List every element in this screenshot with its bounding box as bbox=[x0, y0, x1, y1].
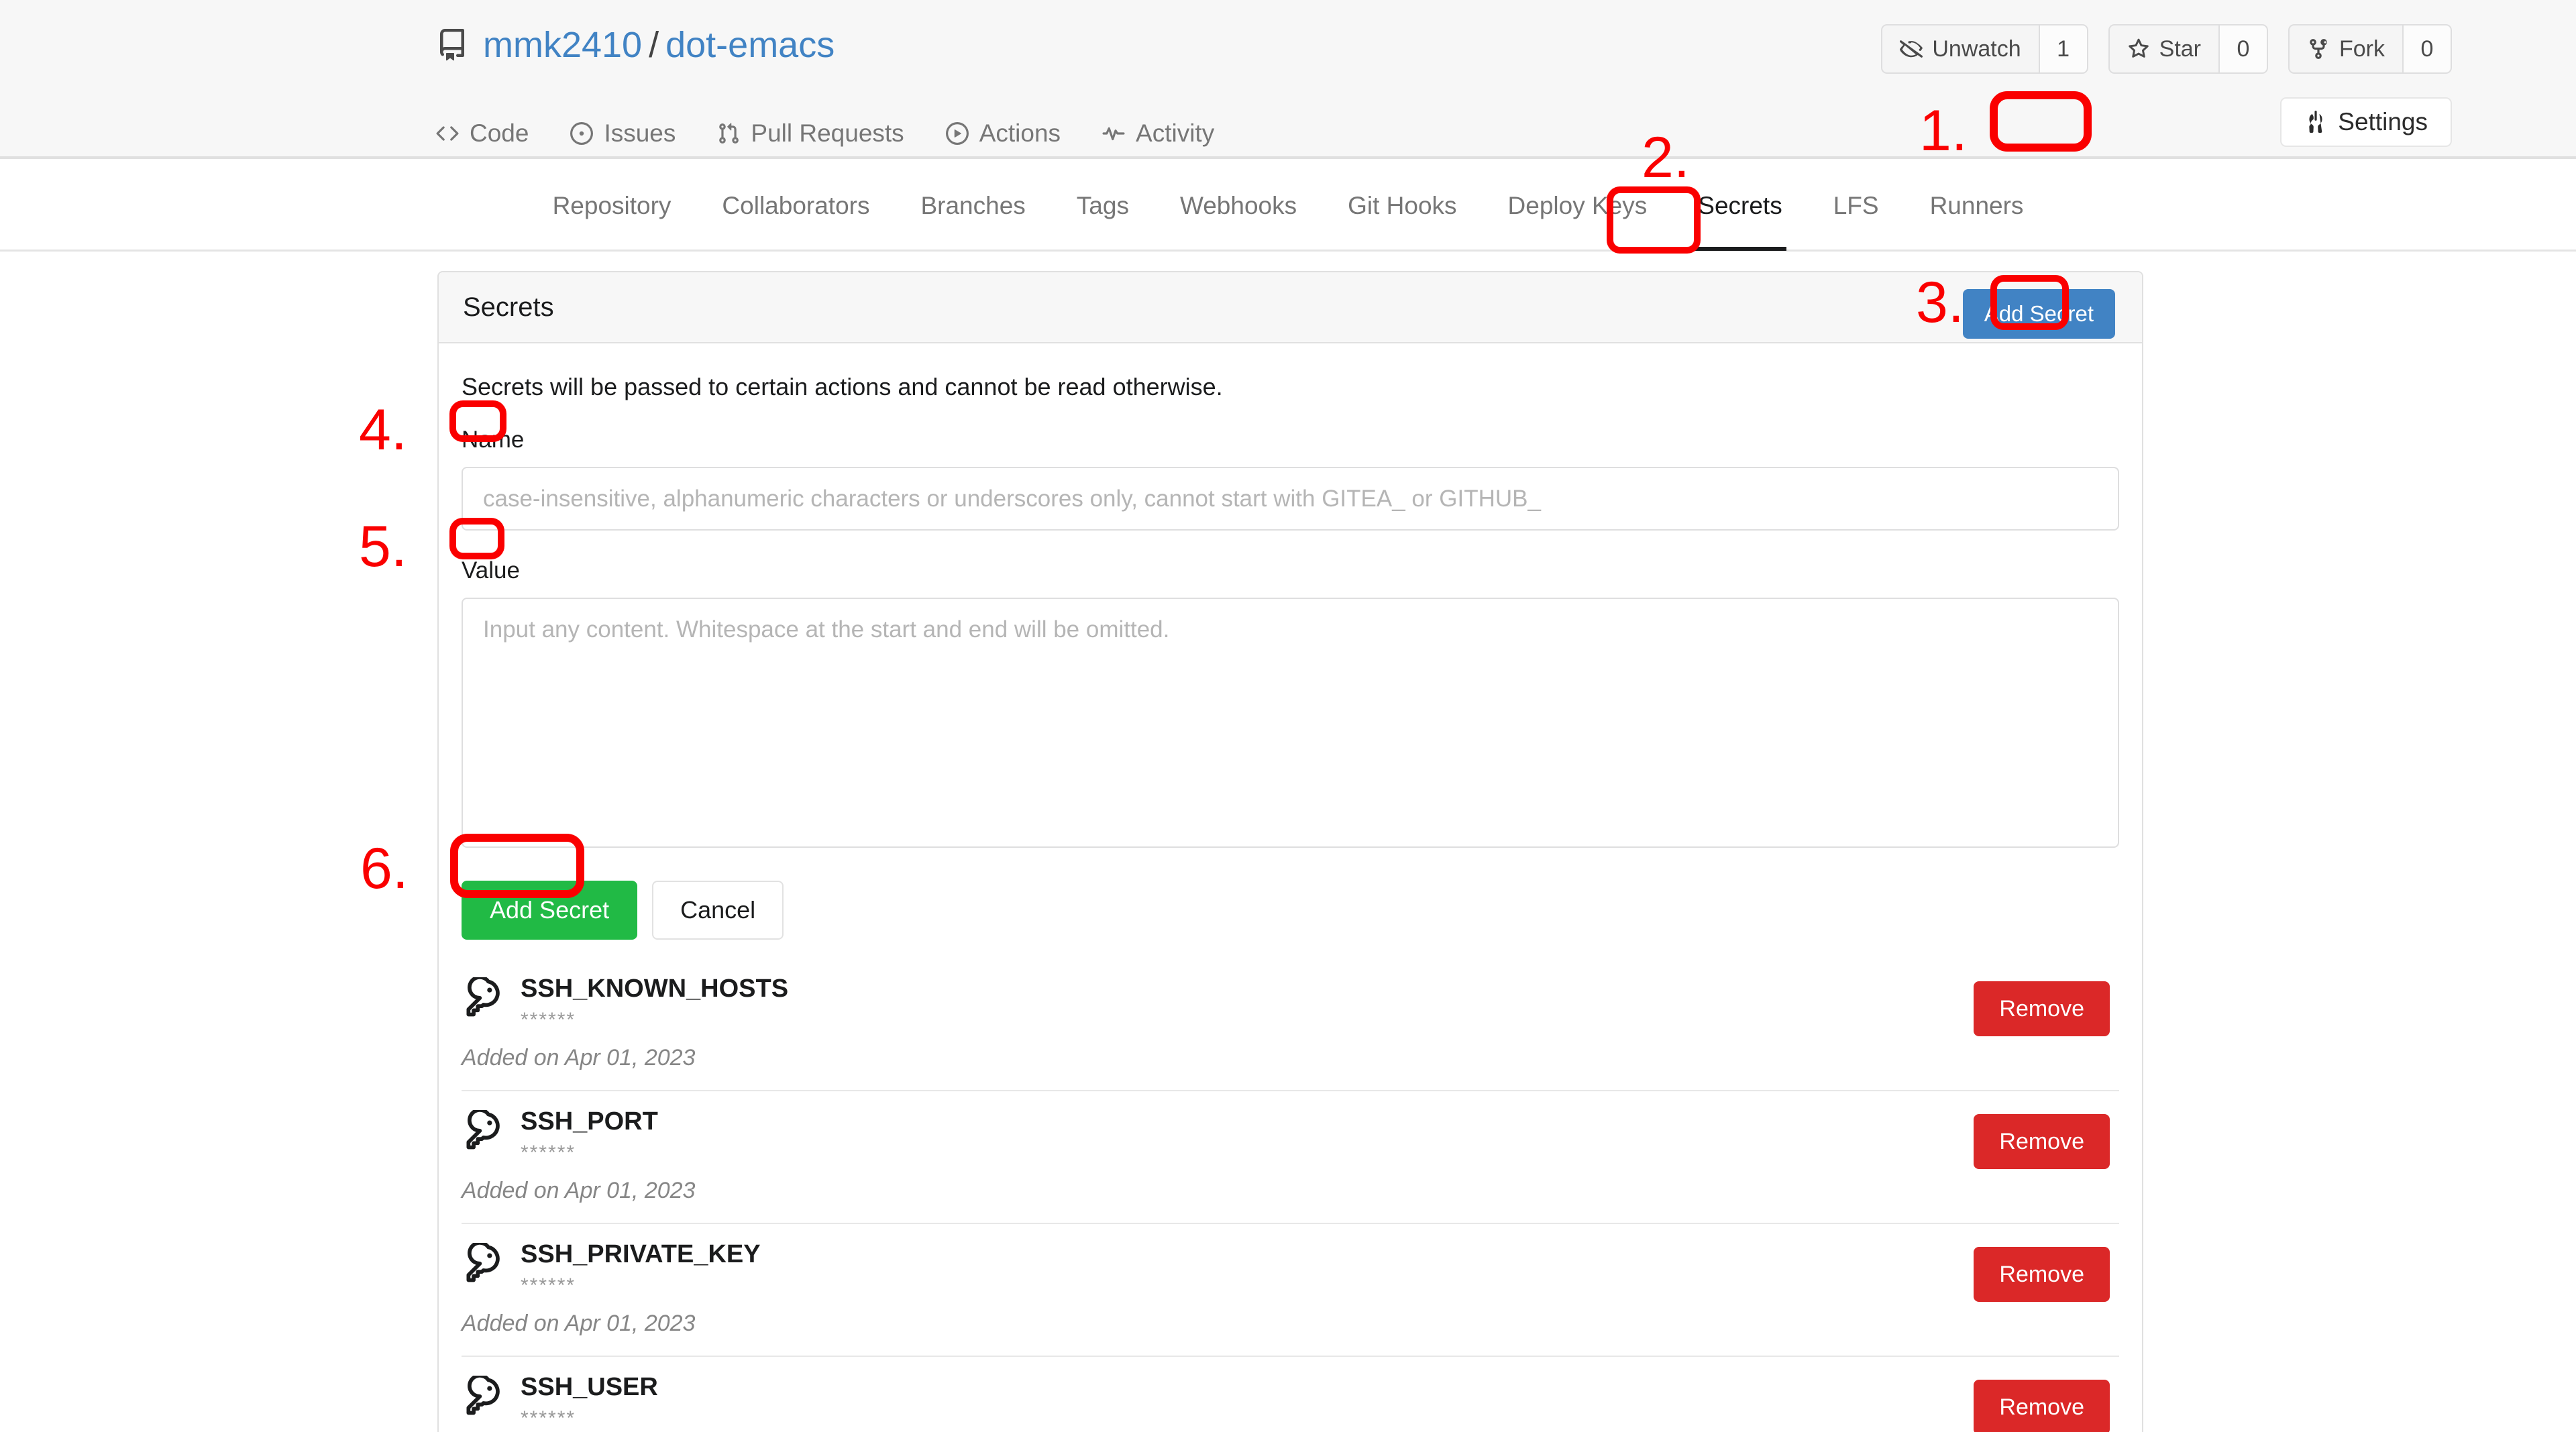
star-button-label: Star bbox=[2159, 36, 2201, 62]
secret-masked-value: ****** bbox=[521, 1142, 576, 1164]
key-icon bbox=[466, 977, 500, 1017]
remove-secret-button[interactable]: Remove bbox=[1974, 1247, 2110, 1302]
sub-nav-item-lfs[interactable]: LFS bbox=[1808, 161, 1904, 251]
sub-nav-item-branches[interactable]: Branches bbox=[895, 161, 1051, 251]
name-label: Name bbox=[462, 427, 525, 453]
nav-item-pull-requests-label: Pull Requests bbox=[751, 119, 904, 147]
nav-item-code-label: Code bbox=[470, 119, 529, 147]
sub-nav-item-secrets[interactable]: Secrets bbox=[1672, 161, 1807, 251]
star-count[interactable]: 0 bbox=[2218, 24, 2268, 74]
nav-item-actions-label: Actions bbox=[979, 119, 1061, 147]
secret-added-date: Added on Apr 01, 2023 bbox=[462, 1178, 696, 1203]
repo-main-nav: Code Issues Pull Requests Actions Activi… bbox=[0, 107, 2576, 159]
nav-item-activity[interactable]: Activity bbox=[1102, 119, 1214, 148]
nav-item-actions[interactable]: Actions bbox=[945, 119, 1061, 148]
secret-name: SSH_PRIVATE_KEY bbox=[521, 1240, 761, 1268]
sub-nav-item-tags[interactable]: Tags bbox=[1051, 161, 1155, 251]
sub-nav-item-webhooks[interactable]: Webhooks bbox=[1155, 161, 1322, 251]
secrets-list: SSH_KNOWN_HOSTS ****** Added on Apr 01, … bbox=[462, 958, 2119, 1432]
repo-breadcrumb: mmk2410/dot-emacs bbox=[436, 27, 835, 63]
name-input[interactable] bbox=[462, 467, 2119, 531]
secret-name: SSH_KNOWN_HOSTS bbox=[521, 975, 789, 1003]
add-secret-top-button[interactable]: Add Secret bbox=[1962, 289, 2115, 339]
unwatch-button[interactable]: Unwatch bbox=[1881, 24, 2039, 74]
unwatch-count[interactable]: 1 bbox=[2038, 24, 2088, 74]
form-actions: Add Secret Cancel bbox=[462, 881, 2119, 940]
repo-actions: Unwatch 1 Star 0 Fork 0 bbox=[1881, 24, 2452, 74]
secret-added-date: Added on Apr 01, 2023 bbox=[462, 1311, 696, 1336]
settings-button-label: Settings bbox=[2338, 108, 2428, 135]
eye-closed-icon bbox=[1900, 40, 1923, 58]
key-icon bbox=[466, 1110, 500, 1150]
value-label: Value bbox=[462, 557, 520, 584]
annotation-number-6: 6. bbox=[360, 836, 409, 901]
repo-name-link[interactable]: dot-emacs bbox=[665, 25, 835, 65]
annotation-number-1: 1. bbox=[1919, 99, 1968, 163]
unwatch-button-group[interactable]: Unwatch 1 bbox=[1881, 24, 2088, 74]
annotation-number-3: 3. bbox=[1916, 270, 1964, 335]
secret-item: SSH_PRIVATE_KEY ****** Added on Apr 01, … bbox=[462, 1223, 2119, 1356]
annotation-number-2: 2. bbox=[1642, 125, 1690, 190]
git-pull-request-icon bbox=[719, 122, 739, 144]
remove-secret-button[interactable]: Remove bbox=[1974, 981, 2110, 1036]
secrets-description: Secrets will be passed to certain action… bbox=[462, 373, 1223, 400]
play-circle-icon bbox=[945, 121, 969, 145]
settings-button[interactable]: Settings bbox=[2280, 97, 2452, 147]
unwatch-button-label: Unwatch bbox=[1932, 36, 2021, 62]
secret-name: SSH_PORT bbox=[521, 1107, 658, 1136]
value-textarea[interactable] bbox=[462, 598, 2119, 848]
secret-masked-value: ****** bbox=[521, 1407, 576, 1429]
star-icon bbox=[2128, 38, 2149, 58]
fork-button-label: Fork bbox=[2339, 36, 2385, 62]
key-icon bbox=[466, 1243, 500, 1282]
key-icon bbox=[466, 1376, 500, 1415]
fork-button[interactable]: Fork bbox=[2288, 24, 2402, 74]
wrench-icon bbox=[2309, 111, 2322, 133]
secret-masked-value: ****** bbox=[521, 1009, 576, 1031]
fork-count[interactable]: 0 bbox=[2402, 24, 2452, 74]
settings-sub-nav: Repository Collaborators Branches Tags W… bbox=[0, 162, 2576, 252]
nav-item-issues[interactable]: Issues bbox=[570, 119, 676, 148]
star-button[interactable]: Star bbox=[2108, 24, 2218, 74]
sub-nav-item-repository[interactable]: Repository bbox=[527, 161, 697, 251]
secret-item: SSH_KNOWN_HOSTS ****** Added on Apr 01, … bbox=[462, 958, 2119, 1090]
repo-separator: / bbox=[649, 25, 659, 65]
fork-button-group[interactable]: Fork 0 bbox=[2288, 24, 2452, 74]
repo-owner-link[interactable]: mmk2410 bbox=[483, 25, 642, 65]
add-secret-submit-button[interactable]: Add Secret bbox=[462, 881, 638, 940]
secrets-panel-title: Secrets bbox=[439, 272, 2142, 343]
cancel-button[interactable]: Cancel bbox=[652, 881, 784, 940]
fork-icon bbox=[2310, 39, 2327, 59]
star-button-group[interactable]: Star 0 bbox=[2108, 24, 2268, 74]
issue-opened-icon bbox=[570, 121, 594, 145]
secrets-panel: Secrets Add Secret Secrets will be passe… bbox=[437, 271, 2143, 1432]
remove-secret-button[interactable]: Remove bbox=[1974, 1380, 2110, 1432]
secret-item: SSH_PORT ****** Added on Apr 01, 2023 Re… bbox=[462, 1090, 2119, 1223]
nav-item-activity-label: Activity bbox=[1136, 119, 1215, 147]
repo-icon bbox=[436, 27, 468, 62]
sub-nav-item-runners[interactable]: Runners bbox=[1904, 161, 2049, 251]
remove-secret-button[interactable]: Remove bbox=[1974, 1114, 2110, 1169]
pulse-icon bbox=[1102, 127, 1125, 140]
code-icon bbox=[436, 125, 459, 141]
secret-added-date: Added on Apr 01, 2023 bbox=[462, 1045, 696, 1070]
nav-item-code[interactable]: Code bbox=[436, 119, 529, 148]
secret-masked-value: ****** bbox=[521, 1274, 576, 1297]
sub-nav-item-git-hooks[interactable]: Git Hooks bbox=[1322, 161, 1482, 251]
nav-item-pull-requests[interactable]: Pull Requests bbox=[717, 119, 904, 148]
secret-name: SSH_USER bbox=[521, 1373, 658, 1401]
sub-nav-item-collaborators[interactable]: Collaborators bbox=[696, 161, 895, 251]
secret-item: SSH_USER ****** Added on Apr 01, 2023 Re… bbox=[462, 1356, 2119, 1432]
annotation-number-4: 4. bbox=[359, 398, 407, 462]
annotation-number-5: 5. bbox=[359, 514, 407, 579]
nav-item-issues-label: Issues bbox=[604, 119, 676, 147]
